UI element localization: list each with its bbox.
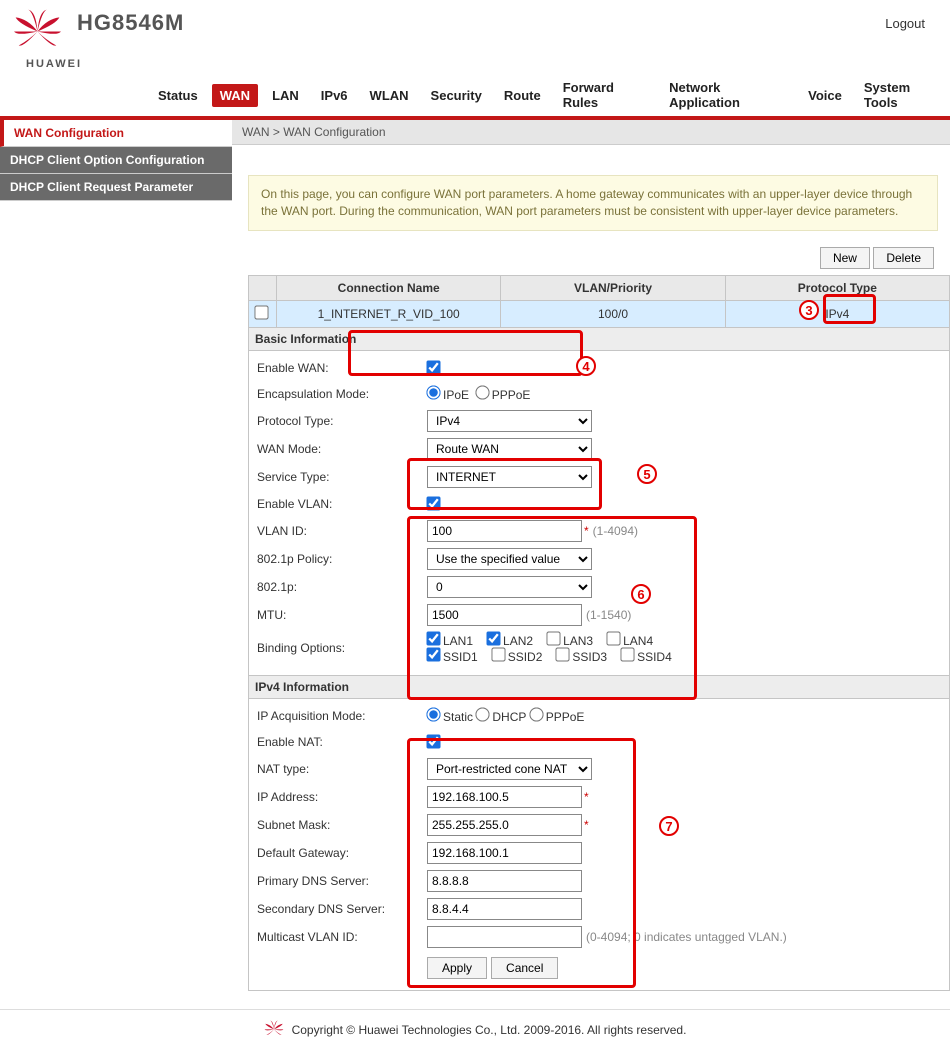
label-mvlan: Multicast VLAN ID: — [257, 930, 427, 944]
enable-wan-checkbox[interactable] — [426, 360, 440, 374]
wan-table: Connection Name VLAN/Priority Protocol T… — [248, 275, 950, 328]
label-enable-vlan: Enable VLAN: — [257, 497, 427, 511]
binding-ssids: SSID1SSID2SSID3SSID4 — [427, 648, 686, 664]
bind-lan2-checkbox[interactable] — [486, 631, 500, 645]
tab-lan[interactable]: LAN — [264, 84, 307, 107]
content: WAN > WAN Configuration On this page, yo… — [232, 120, 950, 991]
vlan-id-input[interactable] — [427, 520, 582, 542]
sidebar: WAN ConfigurationDHCP Client Option Conf… — [0, 120, 232, 991]
label-mask: Subnet Mask: — [257, 818, 427, 832]
col-protocol-type: Protocol Type — [725, 275, 949, 300]
ipv4-form: IP Acquisition Mode: Static DHCP PPPoE E… — [248, 699, 950, 991]
header: HG8546M HUAWEI Logout — [0, 0, 950, 58]
apply-button[interactable]: Apply — [427, 957, 487, 979]
logout-link[interactable]: Logout — [885, 16, 925, 31]
wan-mode-select[interactable]: Route WAN — [427, 438, 592, 460]
label-gw: Default Gateway: — [257, 846, 427, 860]
huawei-logo-icon — [10, 8, 65, 58]
bind-lan3-checkbox[interactable] — [546, 631, 560, 645]
ipmode-dhcp-radio[interactable] — [476, 707, 490, 721]
mtu-input[interactable] — [427, 604, 582, 626]
delete-button[interactable]: Delete — [873, 247, 934, 269]
dns2-input[interactable] — [427, 898, 582, 920]
info-box: On this page, you can configure WAN port… — [248, 175, 938, 231]
col-select — [249, 275, 277, 300]
label-wan-mode: WAN Mode: — [257, 442, 427, 456]
toolbar: New Delete — [232, 243, 950, 275]
sidebar-item[interactable]: DHCP Client Request Parameter — [0, 174, 232, 201]
tab-route[interactable]: Route — [496, 84, 549, 107]
label-binding: Binding Options: — [257, 641, 427, 655]
sidebar-item[interactable]: DHCP Client Option Configuration — [0, 147, 232, 174]
tab-wlan[interactable]: WLAN — [362, 84, 417, 107]
tab-voice[interactable]: Voice — [800, 84, 850, 107]
cell-connection-name: 1_INTERNET_R_VID_100 — [277, 300, 501, 327]
huawei-footer-icon — [264, 1020, 284, 1040]
gw-input[interactable] — [427, 842, 582, 864]
tab-status[interactable]: Status — [150, 84, 206, 107]
col-vlan-priority: VLAN/Priority — [501, 275, 725, 300]
bind-ssid4-checkbox[interactable] — [620, 647, 634, 661]
footer-text: Copyright © Huawei Technologies Co., Ltd… — [292, 1023, 687, 1037]
bind-lan4-checkbox[interactable] — [606, 631, 620, 645]
enable-nat-checkbox[interactable] — [426, 734, 440, 748]
tab-forward-rules[interactable]: Forward Rules — [555, 76, 655, 114]
label-enable-wan: Enable WAN: — [257, 361, 427, 375]
section-ipv4: IPv4 Information — [248, 676, 950, 699]
tab-network-application[interactable]: Network Application — [661, 76, 794, 114]
mask-input[interactable] — [427, 814, 582, 836]
encap-pppoe-radio[interactable] — [475, 385, 489, 399]
label-nat-type: NAT type: — [257, 762, 427, 776]
label-ip-mode: IP Acquisition Mode: — [257, 709, 427, 723]
label-encap: Encapsulation Mode: — [257, 387, 427, 401]
tab-system-tools[interactable]: System Tools — [856, 76, 950, 114]
label-vlan-id: VLAN ID: — [257, 524, 427, 538]
table-row[interactable]: 1_INTERNET_R_VID_100 100/0 IPv4 — [249, 300, 950, 327]
bind-lan1-checkbox[interactable] — [426, 631, 440, 645]
footer: Copyright © Huawei Technologies Co., Ltd… — [0, 1009, 950, 1052]
col-connection-name: Connection Name — [277, 275, 501, 300]
bind-ssid1-checkbox[interactable] — [426, 647, 440, 661]
main-nav: Status WAN LAN IPv6 WLAN Security Route Forward… — [150, 76, 950, 114]
policy-select[interactable]: Use the specified value — [427, 548, 592, 570]
label-enable-nat: Enable NAT: — [257, 735, 427, 749]
sidebar-item[interactable]: WAN Configuration — [0, 120, 232, 147]
bind-ssid2-checkbox[interactable] — [491, 647, 505, 661]
cell-vlan: 100/0 — [501, 300, 725, 327]
cell-proto: IPv4 — [725, 300, 949, 327]
section-basic: Basic Information — [248, 328, 950, 351]
bind-ssid3-checkbox[interactable] — [556, 647, 570, 661]
label-proto: Protocol Type: — [257, 414, 427, 428]
label-mtu: MTU: — [257, 608, 427, 622]
tab-ipv6[interactable]: IPv6 — [313, 84, 356, 107]
dns1-input[interactable] — [427, 870, 582, 892]
8021p-select[interactable]: 0 — [427, 576, 592, 598]
ipmode-static-radio[interactable] — [426, 707, 440, 721]
protocol-select[interactable]: IPv4 — [427, 410, 592, 432]
mvlan-input[interactable] — [427, 926, 582, 948]
row-select[interactable] — [254, 305, 268, 319]
binding-lans: LAN1LAN2LAN3LAN4 — [427, 632, 686, 648]
device-name: HG8546M — [77, 10, 184, 36]
new-button[interactable]: New — [820, 247, 870, 269]
cancel-button[interactable]: Cancel — [491, 957, 558, 979]
enable-vlan-checkbox[interactable] — [426, 496, 440, 510]
basic-form: Enable WAN: Encapsulation Mode: IPoE PPP… — [248, 351, 950, 676]
ip-input[interactable] — [427, 786, 582, 808]
label-8021p: 802.1p: — [257, 580, 427, 594]
breadcrumb: WAN > WAN Configuration — [232, 120, 950, 145]
brand-name: HUAWEI — [26, 58, 82, 70]
label-dns2: Secondary DNS Server: — [257, 902, 427, 916]
encap-ipoe-radio[interactable] — [426, 385, 440, 399]
label-service: Service Type: — [257, 470, 427, 484]
label-ip: IP Address: — [257, 790, 427, 804]
label-8021p-policy: 802.1p Policy: — [257, 552, 427, 566]
label-dns1: Primary DNS Server: — [257, 874, 427, 888]
tab-wan[interactable]: WAN — [212, 84, 258, 107]
ipmode-pppoe-radio[interactable] — [529, 707, 543, 721]
tab-security[interactable]: Security — [423, 84, 490, 107]
service-select[interactable]: INTERNET — [427, 466, 592, 488]
nat-type-select[interactable]: Port-restricted cone NAT — [427, 758, 592, 780]
